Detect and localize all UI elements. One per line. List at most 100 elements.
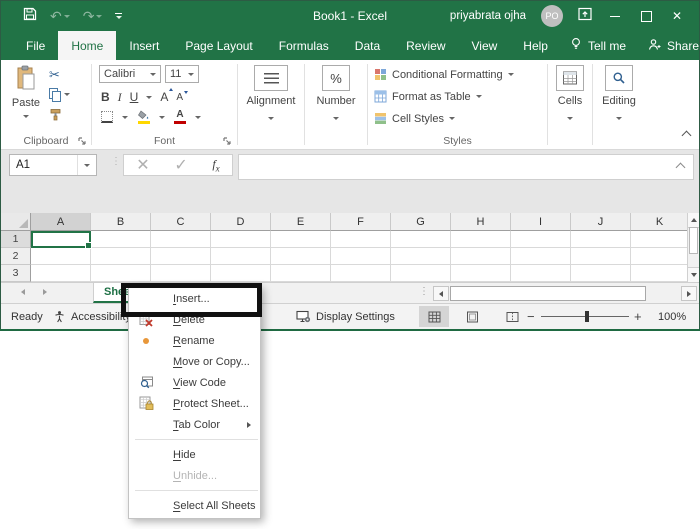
underline-button[interactable]: U <box>130 90 139 104</box>
cell-styles-button[interactable]: Cell Styles <box>374 111 455 126</box>
menu-item-view-code[interactable]: View Code <box>129 372 260 393</box>
expand-formula-bar-icon[interactable] <box>676 163 686 173</box>
row-header-1[interactable]: 1 <box>1 231 31 248</box>
column-header-H[interactable]: H <box>451 213 511 231</box>
scroll-left-button[interactable] <box>433 286 449 301</box>
tab-review[interactable]: Review <box>393 31 458 60</box>
scroll-up-button[interactable] <box>688 213 699 228</box>
tab-home[interactable]: Home <box>58 31 116 60</box>
number-button[interactable]: % Number <box>305 65 367 123</box>
bold-button[interactable]: B <box>101 90 110 104</box>
scroll-down-button[interactable] <box>688 267 699 282</box>
column-header-D[interactable]: D <box>211 213 271 231</box>
page-layout-view-button[interactable] <box>457 306 487 327</box>
clipboard-dialog-launcher[interactable] <box>78 137 86 145</box>
collapse-ribbon-button[interactable] <box>683 130 690 142</box>
menu-item-delete[interactable]: Delete <box>129 309 260 330</box>
display-settings-button[interactable]: Display Settings <box>296 304 395 329</box>
normal-view-button[interactable] <box>419 306 449 327</box>
redo-dropdown-icon[interactable] <box>96 15 102 18</box>
menu-item-move-or-copy[interactable]: Move or Copy... <box>129 351 260 372</box>
column-header-K[interactable]: K <box>631 213 689 231</box>
menu-item-hide[interactable]: Hide <box>129 444 260 465</box>
horizontal-scrollbar[interactable] <box>433 286 697 301</box>
editing-button[interactable]: Editing <box>593 65 645 123</box>
column-header-I[interactable]: I <box>511 213 571 231</box>
conditional-formatting-button[interactable]: Conditional Formatting <box>374 67 514 82</box>
borders-dropdown-icon[interactable] <box>122 116 128 119</box>
undo-button[interactable]: ↶ <box>50 9 70 23</box>
format-as-table-button[interactable]: Format as Table <box>374 89 482 104</box>
cells-button[interactable]: Cells <box>548 65 592 123</box>
tab-file[interactable]: File <box>13 31 58 60</box>
customize-qat-button[interactable] <box>115 13 122 19</box>
ribbon-display-options-icon[interactable] <box>578 7 592 26</box>
save-icon[interactable] <box>23 7 37 26</box>
cancel-button[interactable]: ✕ <box>136 155 149 175</box>
font-color-dropdown-icon[interactable] <box>195 116 201 119</box>
row-header-3[interactable]: 3 <box>1 265 31 282</box>
vertical-scrollbar[interactable] <box>687 213 699 282</box>
tab-view[interactable]: View <box>459 31 511 60</box>
menu-item-select-all-sheets[interactable]: Select All Sheets <box>129 495 260 516</box>
user-name[interactable]: priyabrata ojha <box>450 10 526 22</box>
previous-sheet-icon[interactable] <box>21 289 25 295</box>
tell-me-button[interactable]: Tell me <box>561 37 635 54</box>
column-header-C[interactable]: C <box>151 213 211 231</box>
zoom-level[interactable]: 100% <box>658 304 686 329</box>
avatar[interactable]: PO <box>541 5 563 27</box>
increase-font-button[interactable]: A <box>160 90 168 104</box>
name-box-dropdown[interactable] <box>77 155 96 175</box>
column-header-E[interactable]: E <box>271 213 331 231</box>
fill-color-button[interactable] <box>137 110 150 124</box>
menu-item-insert[interactable]: Insert... <box>129 288 260 309</box>
alignment-button[interactable]: Alignment <box>238 65 304 123</box>
close-button[interactable]: ✕ <box>669 8 685 24</box>
borders-button[interactable] <box>101 111 113 123</box>
fill-color-dropdown-icon[interactable] <box>159 116 165 119</box>
menu-item-rename[interactable]: Rename <box>129 330 260 351</box>
fill-handle[interactable] <box>85 242 92 249</box>
select-all-corner[interactable] <box>1 213 31 231</box>
enter-button[interactable]: ✓ <box>174 155 187 175</box>
next-sheet-icon[interactable] <box>43 289 47 295</box>
row-header-2[interactable]: 2 <box>1 248 31 265</box>
column-header-J[interactable]: J <box>571 213 631 231</box>
vertical-scroll-thumb[interactable] <box>689 227 698 254</box>
tab-formulas[interactable]: Formulas <box>266 31 342 60</box>
format-painter-button[interactable] <box>49 108 70 121</box>
formula-input[interactable] <box>238 154 694 180</box>
copy-button[interactable] <box>49 88 70 101</box>
paste-dropdown-icon[interactable] <box>23 115 29 118</box>
tab-data[interactable]: Data <box>342 31 393 60</box>
tab-page-layout[interactable]: Page Layout <box>172 31 265 60</box>
cut-button[interactable]: ✂ <box>49 68 70 81</box>
font-dialog-launcher[interactable] <box>223 137 231 145</box>
zoom-in-button[interactable]: + <box>634 304 642 329</box>
column-header-G[interactable]: G <box>391 213 451 231</box>
name-box[interactable]: A1 <box>9 154 97 176</box>
share-button[interactable]: Share <box>639 38 700 54</box>
paste-button[interactable]: Paste <box>9 65 43 121</box>
column-header-A[interactable]: A <box>31 213 91 231</box>
decrease-font-button[interactable]: A <box>176 92 183 103</box>
drag-dots-icon[interactable]: ⋮ <box>111 156 120 167</box>
minimize-button[interactable] <box>607 8 623 24</box>
font-name-combo[interactable]: Calibri <box>99 65 161 83</box>
horizontal-scroll-thumb[interactable] <box>450 286 646 301</box>
tab-insert[interactable]: Insert <box>116 31 172 60</box>
underline-dropdown-icon[interactable] <box>146 96 152 99</box>
font-size-combo[interactable]: 11 <box>165 65 199 83</box>
column-header-B[interactable]: B <box>91 213 151 231</box>
page-break-preview-button[interactable] <box>497 306 527 327</box>
redo-button[interactable]: ↷ <box>83 9 103 23</box>
zoom-slider-handle[interactable] <box>585 311 589 322</box>
insert-function-button[interactable]: fx <box>212 157 219 173</box>
font-color-button[interactable]: A <box>174 110 186 124</box>
undo-dropdown-icon[interactable] <box>64 15 70 18</box>
maximize-button[interactable] <box>638 8 654 24</box>
scroll-right-button[interactable] <box>681 286 697 301</box>
zoom-out-button[interactable]: − <box>527 304 535 329</box>
selected-cell-A1[interactable] <box>31 231 91 248</box>
accessibility-checker[interactable]: Accessibility <box>53 304 131 329</box>
